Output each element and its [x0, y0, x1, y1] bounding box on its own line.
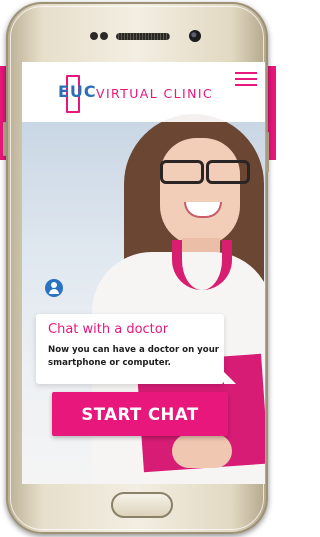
app-header: EUC VIRTUAL CLINIC	[22, 62, 265, 122]
light-sensor-icon	[100, 32, 108, 40]
hamburger-menu-icon[interactable]	[235, 72, 257, 86]
chat-card-title: Chat with a doctor	[48, 322, 169, 337]
phone-device: EUC VIRTUAL CLINIC Chat with a doctor No…	[3, 2, 269, 534]
doctor-photo-hand	[172, 434, 232, 468]
home-button[interactable]	[111, 492, 173, 518]
front-camera-icon	[189, 30, 201, 42]
logo-mark[interactable]: EUC	[58, 82, 97, 101]
volume-key[interactable]	[3, 122, 6, 156]
doctor-photo-face	[160, 138, 240, 246]
earpiece-speaker	[116, 33, 170, 40]
start-chat-button[interactable]: START CHAT	[52, 392, 228, 436]
doctor-photo-glasses	[158, 160, 252, 184]
chat-intro-card: Chat with a doctor Now you can have a do…	[36, 314, 236, 384]
app-screen: EUC VIRTUAL CLINIC Chat with a doctor No…	[22, 62, 265, 484]
logo-text[interactable]: VIRTUAL CLINIC	[96, 86, 213, 101]
proximity-sensor-icon	[90, 32, 98, 40]
user-icon[interactable]	[45, 279, 63, 297]
chat-card-subtitle: Now you can have a doctor on your smartp…	[48, 345, 220, 368]
power-key[interactable]	[266, 132, 269, 172]
